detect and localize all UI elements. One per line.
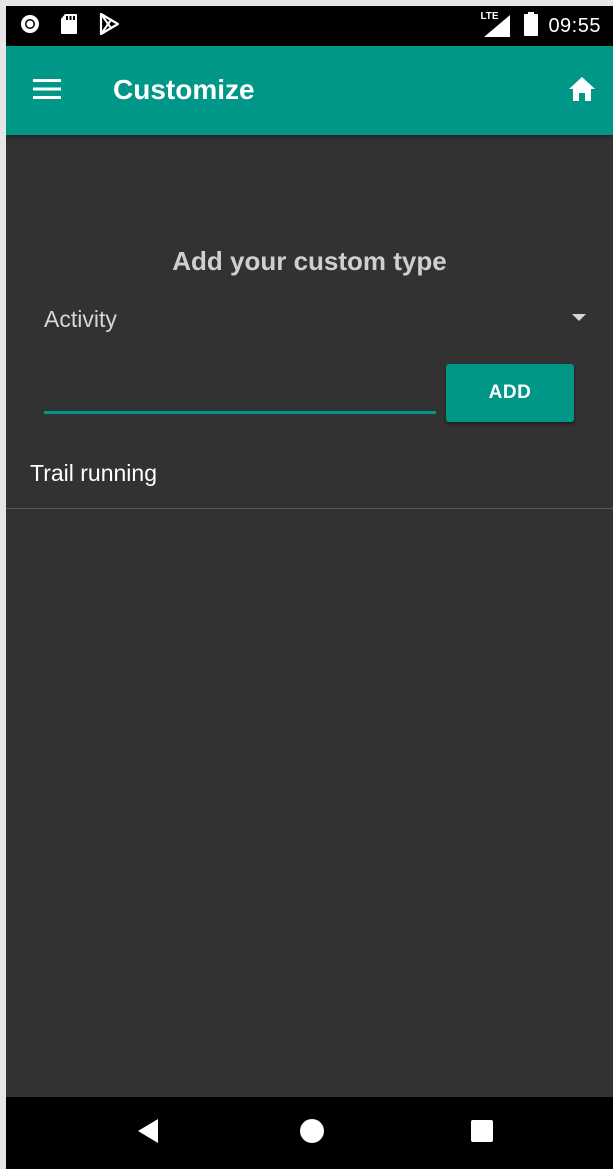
clock: 09:55: [548, 14, 601, 37]
home-button[interactable]: [559, 68, 605, 114]
form-heading: Add your custom type: [172, 246, 447, 276]
status-bar: LTE 09:55: [6, 6, 613, 46]
list-item[interactable]: Trail running: [6, 444, 613, 509]
status-notifications: [20, 12, 120, 40]
dropdown-arrow-icon: [572, 314, 586, 321]
lte-label: LTE: [480, 11, 499, 22]
custom-type-input[interactable]: [44, 366, 436, 414]
add-button[interactable]: ADD: [446, 364, 574, 422]
menu-button[interactable]: [24, 68, 70, 114]
screen: LTE 09:55 Customize Add your custom type…: [6, 6, 613, 1169]
battery-icon: [524, 11, 539, 41]
navigation-bar: [6, 1097, 613, 1169]
recents-icon: [470, 1119, 494, 1148]
status-system: LTE 09:55: [480, 11, 601, 41]
sd-card-icon: [60, 13, 78, 40]
back-button[interactable]: [126, 1111, 170, 1155]
page-title: Customize: [113, 74, 255, 105]
custom-type-list: Trail running: [6, 444, 613, 509]
play-store-icon: [98, 12, 120, 40]
home-icon: [568, 76, 596, 107]
circle-notification-icon: [20, 14, 40, 39]
home-nav-button[interactable]: [290, 1111, 334, 1155]
app-bar: Customize: [6, 46, 613, 135]
home-circle-icon: [299, 1118, 325, 1149]
recents-button[interactable]: [460, 1111, 504, 1155]
lte-signal-icon: LTE: [480, 11, 514, 39]
list-item-label: Trail running: [30, 460, 157, 486]
back-icon: [136, 1118, 160, 1149]
type-spinner[interactable]: Activity: [30, 292, 590, 344]
spinner-selected-value: Activity: [44, 306, 117, 332]
menu-icon: [33, 78, 61, 105]
